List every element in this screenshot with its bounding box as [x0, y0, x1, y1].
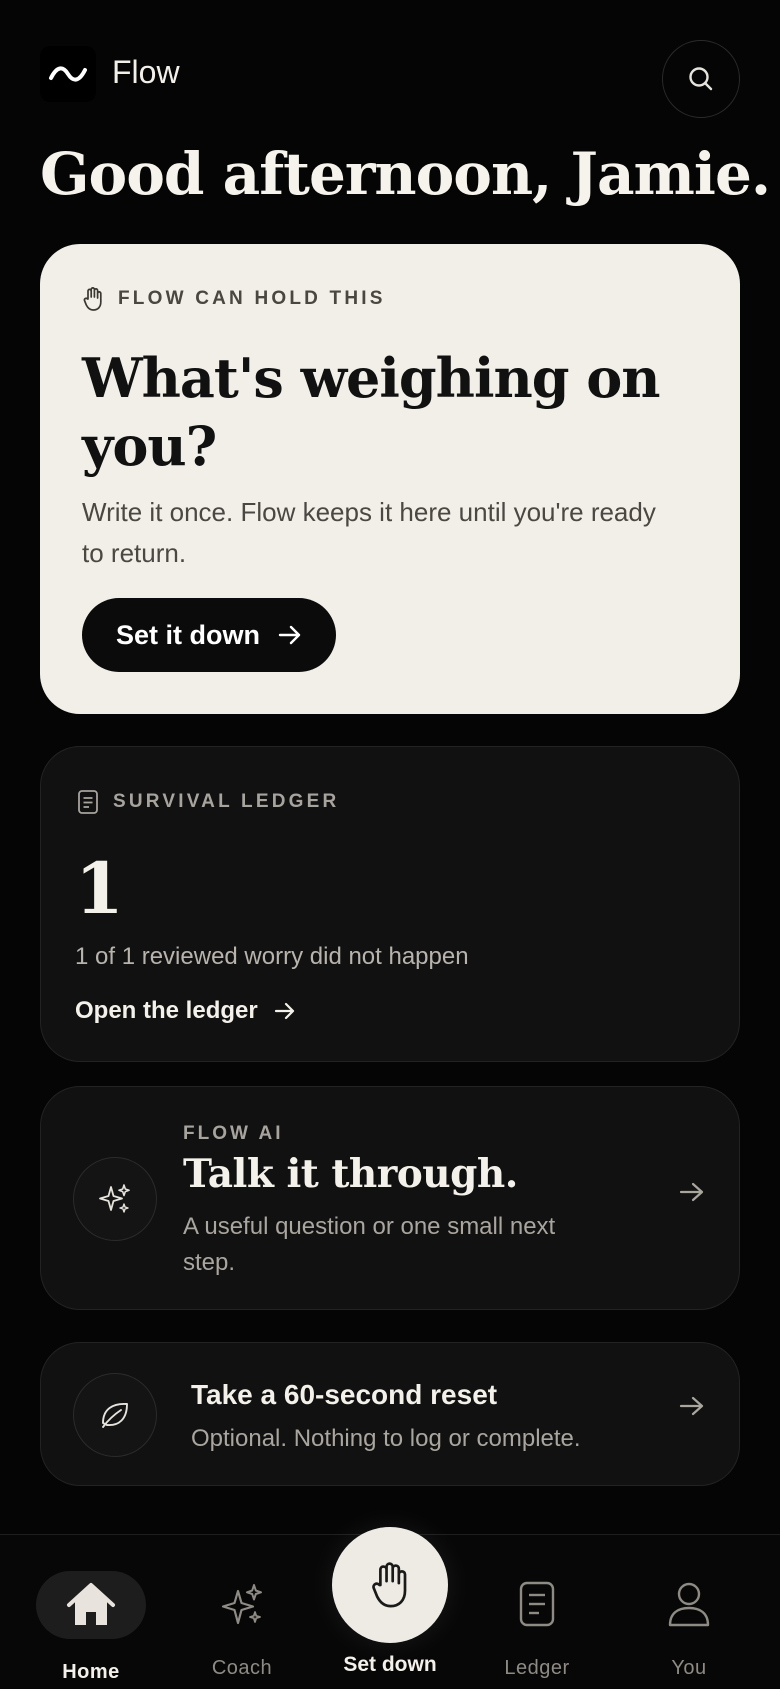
reset-title: Take a 60-second reset — [191, 1379, 498, 1410]
bottom-nav: Home Coach Set down Ledger You — [0, 1527, 780, 1689]
capture-title: What's weighing on you? — [82, 346, 661, 478]
sparkles-icon — [221, 1584, 262, 1625]
hand-icon — [83, 287, 102, 311]
ledger-eyebrow-label: SURVIVAL LEDGER — [113, 791, 340, 812]
flow-ai-kicker: FLOW AI — [183, 1123, 284, 1144]
nav-you-label: You — [671, 1657, 707, 1679]
arrow-right-icon — [274, 1002, 294, 1020]
document-icon — [519, 1581, 555, 1627]
nav-coach-label: Coach — [211, 1657, 273, 1679]
search-button[interactable] — [662, 40, 740, 118]
nav-ledger[interactable]: Ledger — [472, 1535, 602, 1689]
ledger-description: 1 of 1 reviewed worry did not happen — [75, 943, 469, 970]
capture-eyebrow-label: FLOW CAN HOLD THIS — [118, 288, 386, 309]
nav-you[interactable]: You — [624, 1535, 754, 1689]
flow-ai-card[interactable]: FLOW AI Talk it through. A useful questi… — [40, 1086, 740, 1310]
sparkles-icon — [73, 1157, 157, 1241]
nav-ledger-label: Ledger — [504, 1657, 570, 1679]
set-it-down-label: Set it down — [116, 619, 260, 650]
nav-home[interactable]: Home — [26, 1535, 156, 1689]
open-ledger-label: Open the ledger — [75, 997, 258, 1024]
arrow-right-icon — [679, 1396, 704, 1416]
ledger-count: 1 — [75, 847, 124, 930]
arrow-right-icon — [679, 1182, 704, 1202]
app-header: Flow — [40, 40, 740, 118]
reset-card[interactable]: Take a 60-second reset Optional. Nothing… — [40, 1342, 740, 1486]
leaf-icon — [73, 1373, 157, 1457]
open-ledger-link[interactable]: Open the ledger — [75, 997, 296, 1025]
set-down-fab[interactable] — [332, 1527, 448, 1643]
nav-coach[interactable]: Coach — [177, 1535, 307, 1689]
capture-card: FLOW CAN HOLD THIS What's weighing on yo… — [40, 244, 740, 714]
nav-home-label: Home — [62, 1661, 120, 1683]
app-brand: Flow — [112, 54, 180, 90]
flow-ai-title: Talk it through. — [183, 1151, 518, 1197]
capture-subtitle: Write it once. Flow keeps it here until … — [82, 497, 656, 568]
survival-ledger-card[interactable]: SURVIVAL LEDGER 1 1 of 1 reviewed worry … — [40, 746, 740, 1062]
reset-subtitle: Optional. Nothing to log or complete. — [191, 1425, 581, 1452]
hand-icon — [372, 1562, 407, 1608]
user-icon — [668, 1582, 710, 1627]
search-icon — [689, 67, 713, 91]
document-icon — [78, 790, 98, 814]
set-it-down-button[interactable]: Set it down — [82, 598, 336, 672]
home-icon — [36, 1571, 146, 1639]
ledger-eyebrow: SURVIVAL LEDGER — [77, 789, 339, 815]
capture-eyebrow: FLOW CAN HOLD THIS — [82, 286, 386, 312]
flow-ai-subtitle: A useful question or one small next step… — [183, 1213, 556, 1276]
arrow-right-icon — [278, 625, 301, 645]
wave-logo-icon — [40, 46, 96, 102]
greeting-title: Good afternoon, Jamie. — [40, 140, 771, 208]
